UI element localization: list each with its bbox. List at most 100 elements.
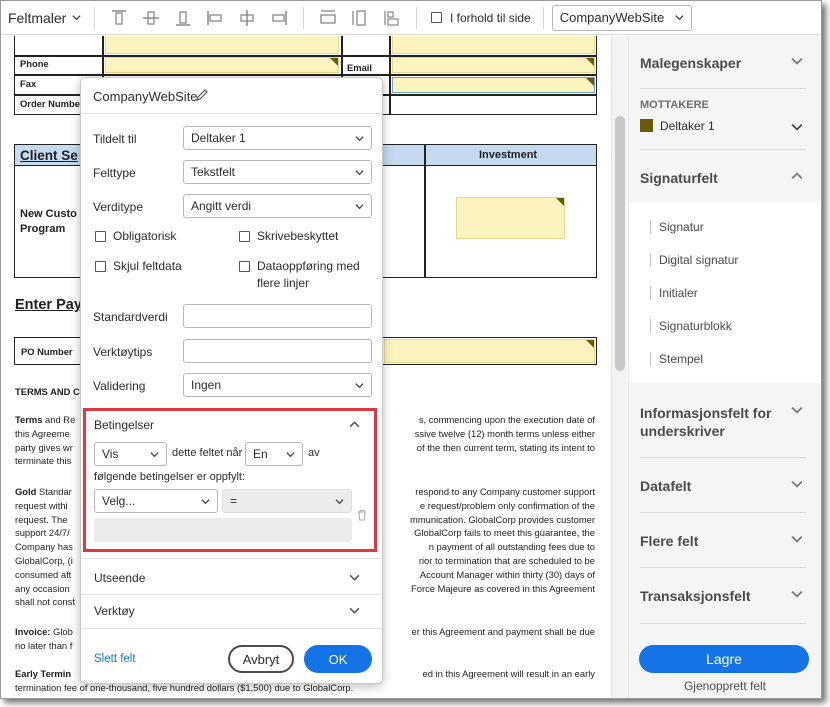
fieldtype-select[interactable]: Tekstfelt	[183, 160, 372, 184]
pencil-icon[interactable]	[195, 88, 209, 102]
enter-payment-heading: Enter Pay	[15, 297, 82, 313]
assigned-select[interactable]: Deltaker 1	[183, 126, 372, 150]
cancel-button[interactable]: Avbryt	[228, 645, 294, 673]
match-width-icon[interactable]	[318, 8, 338, 28]
align-right-icon[interactable]	[269, 8, 289, 28]
chevron-down-icon	[335, 498, 344, 504]
form-field[interactable]	[392, 57, 595, 73]
tree-guide	[650, 319, 651, 333]
signer-info-line-1: Informasjonsfelt for	[640, 405, 772, 421]
doc-line-left: request. The	[15, 513, 68, 525]
signature-item[interactable]: Stempel	[659, 352, 703, 366]
multiline-checkbox[interactable]: Dataoppføring med flere linjer	[239, 258, 360, 292]
condition-action-select[interactable]: Vis	[94, 442, 167, 466]
toolbar-title: Feltmaler	[8, 9, 67, 26]
align-bottom-icon[interactable]	[173, 8, 193, 28]
signature-item[interactable]: Initialer	[659, 286, 698, 300]
signature-item[interactable]: Signatur	[659, 220, 704, 234]
doc-line-right: rior to termination that are scheduled t…	[418, 555, 595, 566]
doc-line-left: terminate this	[15, 455, 72, 467]
chevron-down-icon[interactable]	[791, 121, 803, 133]
appearance-heading[interactable]: Utseende	[94, 571, 145, 585]
chevron-down-icon[interactable]	[791, 404, 803, 416]
validation-label: Validering	[93, 379, 146, 393]
conditions-heading[interactable]: Betingelser	[94, 418, 154, 432]
recipients-label: MOTTAKERE	[640, 99, 709, 111]
form-field[interactable]	[105, 57, 339, 73]
chevron-down-icon[interactable]	[349, 572, 360, 583]
delete-field-link[interactable]: Slett felt	[94, 653, 136, 665]
template-dropdown-value: CompanyWebSite	[559, 10, 665, 25]
ok-button[interactable]: OK	[304, 645, 372, 673]
chevron-down-icon[interactable]	[349, 605, 360, 616]
validation-select[interactable]: Ingen	[183, 373, 372, 397]
form-field[interactable]	[392, 36, 595, 54]
checkbox[interactable]	[239, 261, 250, 272]
new-customer-label: New Custo	[20, 208, 77, 220]
default-value-input[interactable]	[183, 304, 372, 328]
chevron-up-icon[interactable]	[349, 419, 360, 430]
template-dropdown[interactable]: CompanyWebSite	[551, 4, 692, 31]
form-field[interactable]	[105, 36, 339, 54]
doc-line-left: shall not const	[15, 596, 75, 608]
divider	[81, 594, 382, 595]
form-field[interactable]	[392, 77, 595, 93]
signer-info-heading[interactable]: Informasjonsfelt for underskriver	[640, 404, 771, 440]
restore-fields-link[interactable]: Gjenopprett felt	[629, 679, 821, 693]
chevron-down-icon	[355, 169, 364, 175]
required-checkbox[interactable]: Obligatorisk	[95, 228, 176, 245]
readonly-checkbox[interactable]: Skrivebeskyttet	[239, 228, 338, 245]
signature-fields-heading[interactable]: Signaturfelt	[640, 170, 718, 186]
signature-item[interactable]: Signaturblokk	[659, 319, 732, 333]
tools-heading[interactable]: Verktøy	[94, 604, 135, 618]
align-left-icon[interactable]	[205, 8, 225, 28]
scrollbar-thumb[interactable]	[615, 116, 625, 371]
condition-field-select[interactable]: Velg...	[94, 489, 218, 513]
chevron-down-icon[interactable]	[791, 588, 803, 600]
required-label: Obligatorisk	[113, 229, 177, 243]
align-center-icon[interactable]	[237, 8, 257, 28]
recipient-name[interactable]: Deltaker 1	[660, 119, 715, 133]
chevron-down-icon[interactable]	[791, 533, 803, 545]
chevron-down-icon	[150, 451, 159, 457]
hide-data-checkbox[interactable]: Skjul feltdata	[95, 258, 182, 275]
save-button[interactable]: Lagre	[639, 645, 809, 673]
valuetype-select[interactable]: Angitt verdi	[183, 194, 372, 218]
chevron-down-icon[interactable]	[791, 55, 803, 67]
data-fields-heading[interactable]: Datafelt	[640, 478, 691, 494]
relative-to-page-checkbox[interactable]	[431, 12, 442, 23]
condition-value-input[interactable]	[94, 518, 352, 542]
relative-to-page-label: I forhold til side	[450, 10, 531, 25]
relative-to-page-toggle[interactable]: I forhold til side	[431, 11, 531, 25]
field-templates-menu[interactable]: Feltmaler	[1, 10, 86, 26]
more-fields-heading[interactable]: Flere felt	[640, 533, 698, 549]
checkbox[interactable]	[239, 231, 250, 242]
checkbox[interactable]	[95, 231, 106, 242]
condition-quantifier-select[interactable]: En	[245, 442, 303, 466]
po-number-field[interactable]	[384, 339, 595, 363]
multiline-label-2: flere linjer	[257, 276, 310, 290]
trash-icon[interactable]	[355, 508, 369, 522]
fieldtype-label: Felttype	[93, 166, 136, 180]
align-top-icon[interactable]	[109, 8, 129, 28]
chevron-up-icon[interactable]	[791, 170, 803, 182]
signature-item[interactable]: Digital signatur	[659, 253, 738, 267]
transaction-fields-heading[interactable]: Transaksjonsfelt	[640, 588, 751, 604]
template-properties-heading[interactable]: Malegenskaper	[640, 55, 741, 71]
doc-line-right: mmunication. GlobalCorp provides custome…	[410, 513, 595, 525]
doc-line-right: s, commencing upon the execution date of	[418, 414, 595, 425]
match-size-icon[interactable]	[382, 8, 402, 28]
doc-line-left: any occasion	[15, 582, 70, 594]
match-height-icon[interactable]	[350, 8, 370, 28]
doc-line-right: n payment of all outstanding fees due to	[428, 541, 595, 553]
validation-value: Ingen	[191, 378, 222, 392]
condition-text-2: av	[308, 447, 320, 459]
tooltip-input[interactable]	[183, 339, 372, 363]
condition-operator-select[interactable]: =	[222, 489, 352, 513]
document-scrollbar[interactable]	[611, 36, 627, 698]
chevron-down-icon[interactable]	[791, 478, 803, 490]
align-middle-icon[interactable]	[141, 8, 161, 28]
investment-field[interactable]	[456, 197, 565, 239]
dialog-title: CompanyWebSite	[93, 89, 198, 104]
checkbox[interactable]	[95, 261, 106, 272]
